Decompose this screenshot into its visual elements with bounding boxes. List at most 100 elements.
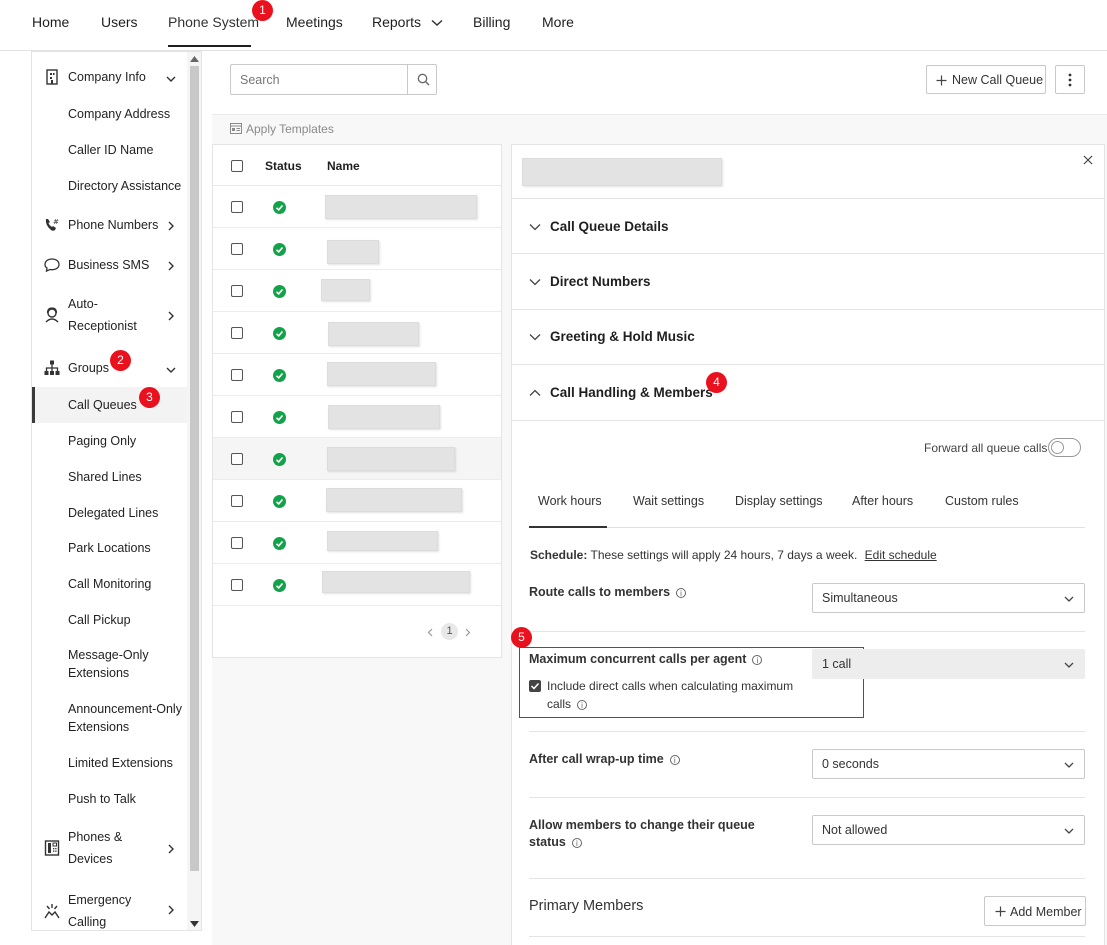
sidebar-item-business-sms[interactable]: Business SMS <box>32 252 187 278</box>
section-call-queue-details[interactable]: Call Queue Details <box>512 198 1104 254</box>
include-direct-calls-checkbox[interactable] <box>529 680 541 692</box>
sidebar-item-company-address[interactable]: Company Address <box>32 96 187 132</box>
table-row[interactable] <box>213 270 501 312</box>
row-checkbox[interactable] <box>231 579 243 591</box>
sidebar-item-call-pickup[interactable]: Call Pickup <box>32 602 187 638</box>
divider <box>529 797 1085 798</box>
sidebar-item-shared-lines[interactable]: Shared Lines <box>32 459 187 495</box>
nav-tab-reports-label: Reports <box>372 14 422 30</box>
route-calls-select[interactable]: Simultaneous <box>812 583 1085 613</box>
annotation-badge-4: 4 <box>706 372 727 393</box>
table-row[interactable] <box>213 396 501 438</box>
tab-work-hours[interactable]: Work hours <box>538 494 602 508</box>
row-checkbox[interactable] <box>231 327 243 339</box>
table-row[interactable] <box>213 522 501 564</box>
sidebar-item-label: Company Info <box>68 70 146 84</box>
tab-display-settings[interactable]: Display settings <box>735 494 823 508</box>
forward-all-toggle[interactable] <box>1048 438 1081 457</box>
sidebar-item-company-info[interactable]: Company Info <box>32 64 187 90</box>
search-input[interactable] <box>231 65 407 94</box>
section-call-handling-members[interactable]: Call Handling & Members <box>512 365 1104 421</box>
row-checkbox[interactable] <box>231 243 243 255</box>
sidebar-item-message-only-extensions[interactable]: Message-Only Extensions <box>32 642 187 682</box>
table-row[interactable] <box>213 564 501 606</box>
nav-tab-phone-system[interactable]: Phone System <box>168 0 259 47</box>
add-member-button[interactable]: Add Member <box>984 896 1086 926</box>
table-row[interactable] <box>213 186 501 228</box>
sidebar-item-announcement-only-extensions[interactable]: Announcement-Only Extensions <box>32 696 187 736</box>
redacted-name <box>322 571 470 593</box>
sidebar-item-park-locations[interactable]: Park Locations <box>32 530 187 566</box>
sidebar-scrollbar[interactable] <box>187 52 201 930</box>
sidebar-scroll-thumb[interactable] <box>190 66 199 871</box>
sidebar-item-phone-numbers[interactable]: # Phone Numbers <box>32 212 187 238</box>
wrap-up-select[interactable]: 0 seconds <box>812 749 1085 779</box>
section-title: Direct Numbers <box>550 274 651 289</box>
info-icon[interactable]: i <box>577 699 588 710</box>
sidebar-item-auto-receptionist[interactable]: Auto- Receptionist <box>32 292 187 338</box>
select-all-checkbox[interactable] <box>231 160 243 172</box>
table-row[interactable] <box>213 480 501 522</box>
max-concurrent-select[interactable]: 1 call <box>812 649 1085 679</box>
nav-tab-reports[interactable]: Reports <box>372 0 443 47</box>
status-ok-icon <box>273 201 286 214</box>
sidebar-item-push-to-talk[interactable]: Push to Talk <box>32 781 187 817</box>
row-checkbox[interactable] <box>231 201 243 213</box>
new-call-queue-button[interactable]: New Call Queue <box>926 65 1046 94</box>
sidebar-item-delegated-lines[interactable]: Delegated Lines <box>32 495 187 531</box>
chevron-left-icon[interactable] <box>427 628 433 637</box>
table-row[interactable] <box>213 354 501 396</box>
scroll-down-arrow-icon[interactable] <box>190 921 199 927</box>
sidebar-item-call-monitoring[interactable]: Call Monitoring <box>32 566 187 602</box>
desk-phone-icon <box>44 840 60 856</box>
search-button[interactable] <box>407 65 437 94</box>
plus-icon <box>936 75 947 86</box>
sidebar-item-label: Business SMS <box>68 258 150 272</box>
sidebar-item-call-queues[interactable]: Call Queues <box>32 387 187 423</box>
chevron-down-icon <box>166 76 176 82</box>
chevron-down-icon <box>1064 662 1074 668</box>
page-number[interactable]: 1 <box>441 623 458 640</box>
nav-tab-billing[interactable]: Billing <box>473 0 510 47</box>
close-icon[interactable] <box>1083 155 1093 165</box>
sidebar-item-label: Receptionist <box>68 319 137 333</box>
row-checkbox[interactable] <box>231 537 243 549</box>
tab-after-hours[interactable]: After hours <box>852 494 913 508</box>
nav-tab-more[interactable]: More <box>542 0 574 47</box>
section-direct-numbers[interactable]: Direct Numbers <box>512 254 1104 310</box>
row-checkbox[interactable] <box>231 495 243 507</box>
status-ok-icon <box>273 537 286 550</box>
sidebar-item-caller-id-name[interactable]: Caller ID Name <box>32 132 187 168</box>
row-checkbox[interactable] <box>231 369 243 381</box>
info-icon[interactable]: i <box>669 754 680 765</box>
nav-tab-home[interactable]: Home <box>32 0 69 47</box>
wrap-up-value: 0 seconds <box>822 757 879 771</box>
sidebar-item-emergency-calling[interactable]: Emergency Calling <box>32 888 187 930</box>
info-icon[interactable]: i <box>571 837 582 848</box>
sidebar-item-limited-extensions[interactable]: Limited Extensions <box>32 745 187 781</box>
allow-members-select[interactable]: Not allowed <box>812 815 1085 845</box>
row-checkbox[interactable] <box>231 411 243 423</box>
sidebar-item-phones-devices[interactable]: Phones & Devices <box>32 825 187 871</box>
edit-schedule-link[interactable]: Edit schedule <box>865 548 937 562</box>
more-options-button[interactable] <box>1055 65 1085 94</box>
info-icon[interactable]: i <box>752 654 763 665</box>
table-row[interactable] <box>213 228 501 270</box>
tab-custom-rules[interactable]: Custom rules <box>945 494 1019 508</box>
info-icon[interactable]: i <box>676 587 687 598</box>
redacted-name <box>325 195 477 219</box>
scroll-up-arrow-icon[interactable] <box>190 56 199 62</box>
table-row[interactable] <box>213 312 501 354</box>
nav-tab-users[interactable]: Users <box>101 0 138 47</box>
sidebar-item-directory-assistance[interactable]: Directory Assistance <box>32 168 187 204</box>
annotation-badge-1: 1 <box>252 0 273 21</box>
tab-wait-settings[interactable]: Wait settings <box>633 494 704 508</box>
sidebar-item-label: Call Queues <box>68 398 137 412</box>
table-row[interactable] <box>213 438 501 480</box>
nav-tab-meetings[interactable]: Meetings <box>286 0 343 47</box>
row-checkbox[interactable] <box>231 285 243 297</box>
row-checkbox[interactable] <box>231 453 243 465</box>
section-greeting-hold-music[interactable]: Greeting & Hold Music <box>512 309 1104 365</box>
chevron-right-icon[interactable] <box>465 628 471 637</box>
sidebar-item-paging-only[interactable]: Paging Only <box>32 423 187 459</box>
